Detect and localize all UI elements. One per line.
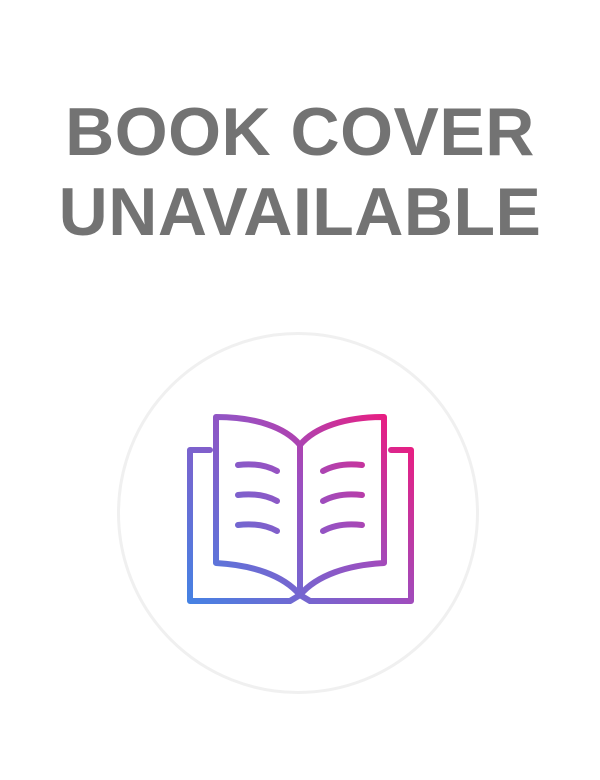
title-line-2: UNAVAILABLE xyxy=(58,174,542,250)
unavailable-title: BOOK COVER UNAVAILABLE xyxy=(0,92,600,252)
book-cover-placeholder: BOOK COVER UNAVAILABLE xyxy=(0,0,600,780)
title-line-1: BOOK COVER xyxy=(65,94,535,170)
open-book-icon xyxy=(187,414,414,604)
